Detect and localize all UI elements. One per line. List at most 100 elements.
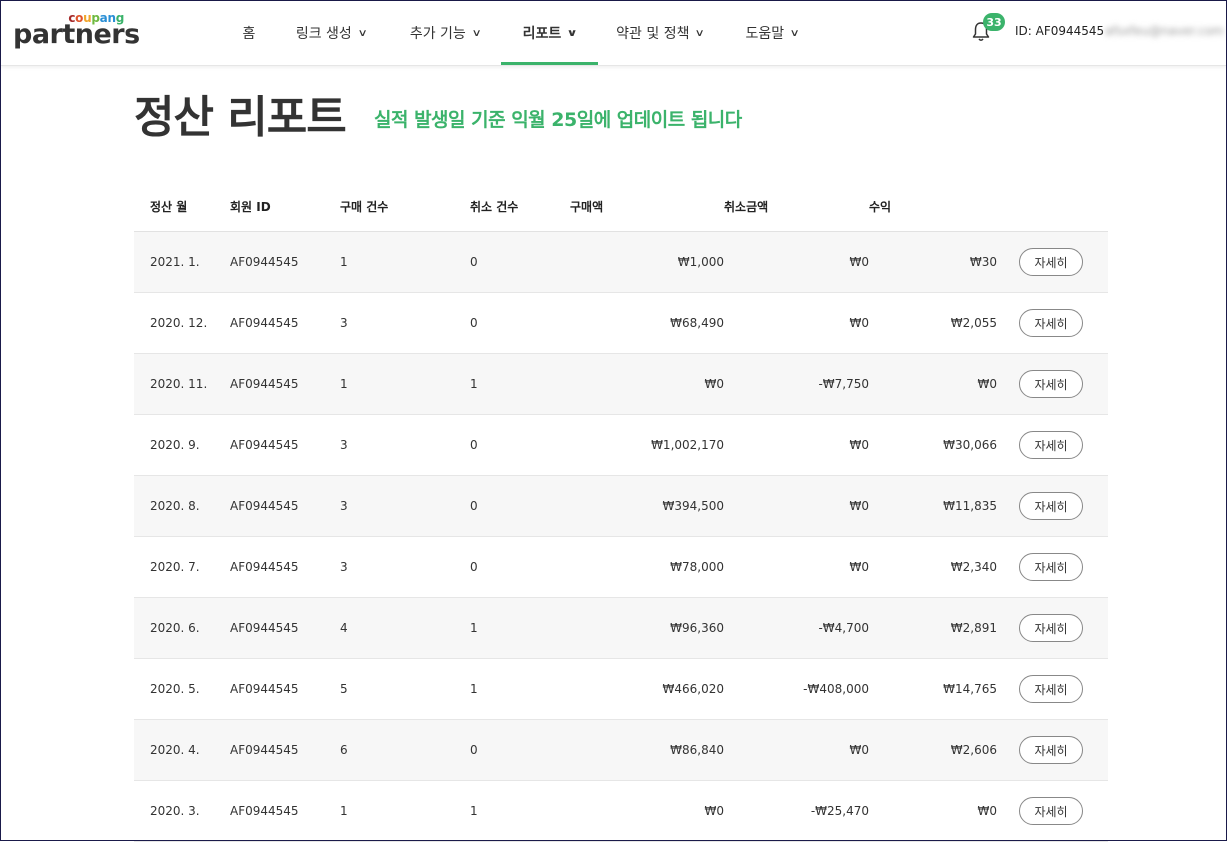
cell-cancel-amount: -₩408,000 (724, 658, 869, 720)
cell-revenue: ₩30 (869, 231, 997, 293)
cell-actions: 자세히 (997, 658, 1108, 720)
col-header-month: 정산 월 (134, 181, 230, 232)
cell-revenue: ₩2,340 (869, 536, 997, 598)
chevron-down-icon: ∨ (789, 27, 800, 39)
table-row: 2020. 7. AF0944545 3 0 ₩78,000 ₩0 ₩2,340 자세히 (134, 536, 1108, 598)
cell-member-id: AF0944545 (230, 414, 340, 476)
table-row: 2020. 12. AF0944545 3 0 ₩68,490 ₩0 ₩2,055 자세히 (134, 292, 1108, 354)
user-email-blurred: afsxfeu@naver.com (1105, 24, 1224, 38)
nav-terms-policy[interactable]: 약관 및 정책 ∨ (598, 1, 722, 65)
cell-revenue: ₩0 (869, 353, 997, 415)
nav-home[interactable]: 홈 (225, 1, 273, 65)
cell-purchase-amount: ₩78,000 (570, 536, 724, 598)
cell-cancel-amount: ₩0 (724, 292, 869, 354)
coupang-partners-logo[interactable]: coupang partners (13, 11, 140, 51)
detail-button[interactable]: 자세히 (1019, 736, 1083, 764)
table-row: 2020. 5. AF0944545 5 1 ₩466,020 -₩408,000 ₩14,… (134, 658, 1108, 720)
nav-help[interactable]: 도움말 ∨ (722, 1, 822, 65)
cell-cancel-amount: ₩0 (724, 231, 869, 293)
cell-cancel-amount: -₩25,470 (724, 780, 869, 842)
detail-button[interactable]: 자세히 (1019, 675, 1083, 703)
cell-cancels: 0 (470, 536, 570, 598)
detail-button[interactable]: 자세히 (1019, 797, 1083, 825)
nav-extra-features[interactable]: 추가 기능 ∨ (389, 1, 501, 65)
cell-purchase-amount: ₩466,020 (570, 658, 724, 720)
cell-cancel-amount: ₩0 (724, 414, 869, 476)
page-title: 정산 리포트 (134, 92, 347, 143)
logo-partners-text: partners (13, 19, 140, 50)
table-row: 2020. 3. AF0944545 1 1 ₩0 -₩25,470 ₩0 자세히 (134, 780, 1108, 842)
cell-member-id: AF0944545 (230, 231, 340, 293)
chevron-down-icon: ∨ (695, 27, 706, 39)
nav-help-label: 도움말 (745, 26, 785, 42)
col-header-member-id: 회원 ID (230, 181, 340, 232)
cell-cancels: 0 (470, 292, 570, 354)
cell-actions: 자세히 (997, 719, 1108, 781)
cell-month: 2020. 4. (134, 719, 230, 781)
nav-terms-policy-label: 약관 및 정책 (616, 26, 690, 42)
cell-purchase-amount: ₩68,490 (570, 292, 724, 354)
nav-report[interactable]: 리포트 ∨ (501, 1, 598, 65)
cell-cancels: 0 (470, 231, 570, 293)
settlement-report-table: 정산 월 회원 ID 구매 건수 취소 건수 구매액 취소금액 수익 2021.… (134, 181, 1108, 842)
nav-extra-features-label: 추가 기능 (409, 26, 466, 42)
cell-purchases: 3 (340, 414, 470, 476)
top-header: coupang partners 홈 링크 생성 ∨ 추가 기능 ∨ 리포트 ∨… (1, 1, 1226, 66)
cell-revenue: ₩11,835 (869, 475, 997, 537)
cell-member-id: AF0944545 (230, 658, 340, 720)
detail-button[interactable]: 자세히 (1019, 492, 1083, 520)
cell-revenue: ₩0 (869, 780, 997, 842)
table-row: 2021. 1. AF0944545 1 0 ₩1,000 ₩0 ₩30 자세히 (134, 231, 1108, 293)
cell-revenue: ₩2,055 (869, 292, 997, 354)
detail-button[interactable]: 자세히 (1019, 370, 1083, 398)
cell-member-id: AF0944545 (230, 597, 340, 659)
nav-home-label: 홈 (242, 26, 256, 42)
col-header-purchases: 구매 건수 (340, 181, 470, 232)
notification-count-badge: 33 (983, 13, 1005, 31)
cell-member-id: AF0944545 (230, 536, 340, 598)
table-row: 2020. 4. AF0944545 6 0 ₩86,840 ₩0 ₩2,606 자세히 (134, 719, 1108, 781)
cell-actions: 자세히 (997, 475, 1108, 537)
table-row: 2020. 8. AF0944545 3 0 ₩394,500 ₩0 ₩11,835 자세히 (134, 475, 1108, 537)
detail-button[interactable]: 자세히 (1019, 614, 1083, 642)
cell-cancels: 1 (470, 353, 570, 415)
cell-revenue: ₩2,891 (869, 597, 997, 659)
detail-button[interactable]: 자세히 (1019, 431, 1083, 459)
cell-month: 2020. 8. (134, 475, 230, 537)
cell-member-id: AF0944545 (230, 780, 340, 842)
nav-report-label: 리포트 (522, 26, 562, 42)
nav-link-create[interactable]: 링크 생성 ∨ (273, 1, 389, 65)
cell-member-id: AF0944545 (230, 353, 340, 415)
cell-month: 2020. 11. (134, 353, 230, 415)
cell-purchase-amount: ₩86,840 (570, 719, 724, 781)
cell-cancels: 1 (470, 597, 570, 659)
chevron-down-icon: ∨ (471, 27, 482, 39)
detail-button[interactable]: 자세히 (1019, 553, 1083, 581)
cell-purchases: 3 (340, 292, 470, 354)
cell-cancels: 1 (470, 658, 570, 720)
cell-cancel-amount: -₩7,750 (724, 353, 869, 415)
main-nav: 홈 링크 생성 ∨ 추가 기능 ∨ 리포트 ∨ 약관 및 정책 ∨ 도움말 ∨ (225, 1, 822, 65)
detail-button[interactable]: 자세히 (1019, 309, 1083, 337)
nav-link-create-label: 링크 생성 (295, 26, 352, 42)
cell-purchase-amount: ₩0 (570, 353, 724, 415)
cell-cancel-amount: -₩4,700 (724, 597, 869, 659)
cell-month: 2020. 5. (134, 658, 230, 720)
col-header-revenue: 수익 (869, 181, 997, 232)
cell-actions: 자세히 (997, 780, 1108, 842)
cell-month: 2021. 1. (134, 231, 230, 293)
cell-actions: 자세히 (997, 292, 1108, 354)
cell-cancels: 1 (470, 780, 570, 842)
cell-purchase-amount: ₩96,360 (570, 597, 724, 659)
cell-purchases: 1 (340, 780, 470, 842)
cell-actions: 자세히 (997, 597, 1108, 659)
cell-actions: 자세히 (997, 353, 1108, 415)
table-body: 2021. 1. AF0944545 1 0 ₩1,000 ₩0 ₩30 자세히 2020. 1… (134, 231, 1108, 842)
cell-purchase-amount: ₩0 (570, 780, 724, 842)
col-header-cancels: 취소 건수 (470, 181, 570, 232)
col-header-purchase-amount: 구매액 (570, 181, 724, 232)
chevron-down-icon: ∨ (357, 27, 368, 39)
detail-button[interactable]: 자세히 (1019, 248, 1083, 276)
cell-member-id: AF0944545 (230, 292, 340, 354)
cell-purchases: 3 (340, 536, 470, 598)
